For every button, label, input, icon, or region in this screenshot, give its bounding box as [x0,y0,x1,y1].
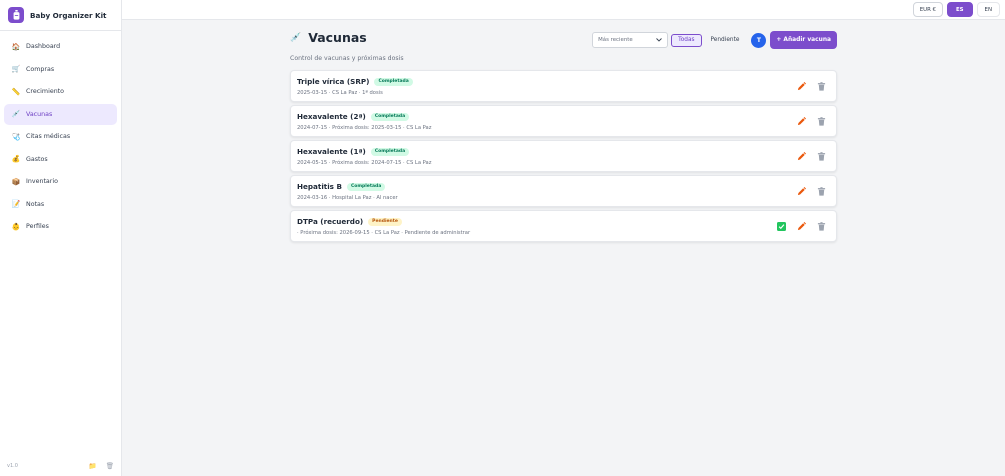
baby-icon: 👶 [11,222,21,231]
ruler-icon: 📏 [11,87,21,96]
edit-icon[interactable] [796,221,807,232]
filter-all-button[interactable]: Todas [671,33,702,47]
vaccine-card: Hexavalente (1ª) Completada 2024-05-15 ·… [290,140,837,172]
vaccine-meta: 2025-03-15 · CS La Paz · 1ª dosis [297,90,383,96]
sidebar-footer: v1.0 📁 🗑 [0,456,121,476]
sort-select[interactable]: Más reciente [592,32,669,48]
sidebar-item-label: Notas [26,200,45,208]
vaccine-list: Triple vírica (SRP) Completada 2025-03-1… [290,70,837,242]
delete-icon[interactable] [816,186,827,197]
vaccine-actions [787,186,827,197]
vaccine-actions [767,221,827,232]
vaccine-actions [787,81,827,92]
version-label: v1.0 [7,463,18,469]
vaccine-card-header: Hexavalente (1ª) Completada [297,147,410,156]
vaccine-card: Hexavalente (2ª) Completada 2024-07-15 ·… [290,105,837,137]
sidebar-item-label: Dashboard [26,43,61,50]
sidebar-item-label: Perfiles [26,223,49,230]
sidebar-item-label: Crecimiento [26,88,65,95]
status-badge: Pendiente [368,217,402,226]
vaccine-card-header: Hexavalente (2ª) Completada [297,112,410,121]
stethoscope-icon: 🩺 [11,132,21,141]
sidebar-item-crecimiento[interactable]: 📏 Crecimiento [4,81,117,102]
sidebar-nav: 🏠 Dashboard 🛒 Compras 📏 Crecimiento 💉 Vacuna… [0,31,121,237]
sidebar-item-label: Vacunas [26,110,53,118]
sidebar-item-notas[interactable]: 📝 Notas [4,194,117,215]
sidebar-item-vacunas[interactable]: 💉 Vacunas [4,103,117,125]
status-badge: Completada [374,77,413,86]
sidebar-item-label: Inventario [26,178,58,185]
status-badge: Completada [370,147,410,156]
vaccine-card-header: DTPa (recuerdo) Pendiente [297,217,402,226]
page-title: Vacunas [308,30,367,45]
box-icon: 📦 [11,177,21,186]
edit-icon[interactable] [796,81,807,92]
language-es-button[interactable]: ES [946,2,973,17]
mark-done-button[interactable] [776,221,787,232]
edit-icon[interactable] [796,116,807,127]
sidebar-item-perfiles[interactable]: 👶 Perfiles [4,216,117,237]
vaccine-meta: · Próxima dosis: 2026-09-15 · CS La Paz … [297,230,471,236]
view-toggle-button[interactable]: T [751,32,767,48]
topbar: EUR € ES EN [122,0,1005,20]
vaccine-meta: 2024-03-16 · Hospital La Paz · Al nacer [297,195,398,201]
syringe-icon: 💉 [11,110,21,118]
vaccine-card: Triple vírica (SRP) Completada 2025-03-1… [290,70,837,102]
vaccine-name: DTPa (recuerdo) [297,217,364,226]
sort-select-value: Más reciente [598,37,633,43]
vaccine-card-header: Triple vírica (SRP) Completada [297,77,413,86]
sidebar-item-inventario[interactable]: 📦 Inventario [4,171,117,192]
page-controls: Más reciente Todas Pendiente T + Añadir … [592,31,837,49]
main-content: 💉 Vacunas Más reciente Todas Pendiente T… [290,28,837,245]
chevron-down-icon [656,38,662,42]
app-title: Baby Organizer Kit [30,10,107,20]
vaccine-actions [787,116,827,127]
page-title-group: 💉 Vacunas [290,30,367,45]
edit-icon[interactable] [796,151,807,162]
vaccine-card: DTPa (recuerdo) Pendiente · Próxima dosi… [290,210,837,242]
trash-icon[interactable]: 🗑 [106,462,114,470]
syringe-icon: 💉 [290,32,302,43]
memo-icon: 📝 [11,200,21,208]
house-icon: 🏠 [11,42,21,51]
delete-icon[interactable] [816,81,827,92]
delete-icon[interactable] [816,151,827,162]
sidebar-item-citas-medicas[interactable]: 🩺 Citas médicas [4,126,117,147]
page-subtitle: Control de vacunas y próximas dosis [290,55,404,62]
folder-icon[interactable]: 📁 [89,462,97,470]
sidebar: Baby Organizer Kit 🏠 Dashboard 🛒 Compras 📏… [0,0,122,476]
language-en-button[interactable]: EN [976,2,1000,17]
sidebar-item-compras[interactable]: 🛒 Compras [4,59,117,80]
baby-bottle-icon [8,7,24,23]
brand[interactable]: Baby Organizer Kit [0,0,121,31]
delete-icon[interactable] [816,221,827,232]
vaccine-name: Hexavalente (1ª) [297,147,366,156]
currency-selector[interactable]: EUR € [912,2,943,17]
sidebar-item-label: Gastos [26,155,48,163]
vaccine-name: Hepatitis B [297,182,342,191]
edit-icon[interactable] [796,186,807,197]
vaccine-card: Hepatitis B Completada 2024-03-16 · Hosp… [290,175,837,207]
status-badge: Completada [346,182,386,191]
vaccine-name: Hexavalente (2ª) [297,112,366,121]
sidebar-item-label: Citas médicas [26,133,71,140]
vaccine-actions [787,151,827,162]
delete-icon[interactable] [816,116,827,127]
topbar-controls: EUR € ES EN [912,2,1000,17]
vaccine-meta: 2024-07-15 · Próxima dosis: 2025-03-15 ·… [297,125,432,131]
check-icon [777,222,786,231]
vaccine-meta: 2024-05-15 · Próxima dosis: 2024-07-15 ·… [297,160,432,166]
filter-pending-button[interactable]: Pendiente [705,34,746,47]
cart-icon: 🛒 [11,65,21,73]
sidebar-item-gastos[interactable]: 💰 Gastos [4,149,117,170]
sidebar-item-dashboard[interactable]: 🏠 Dashboard [4,36,117,57]
money-bag-icon: 💰 [11,155,21,163]
vaccine-name: Triple vírica (SRP) [297,77,370,86]
vaccine-card-header: Hepatitis B Completada [297,182,386,191]
status-badge: Completada [370,112,410,121]
sidebar-item-label: Compras [26,65,55,73]
page-header: 💉 Vacunas Más reciente Todas Pendiente T… [290,28,837,52]
add-vaccine-button[interactable]: + Añadir vacuna [770,31,837,49]
